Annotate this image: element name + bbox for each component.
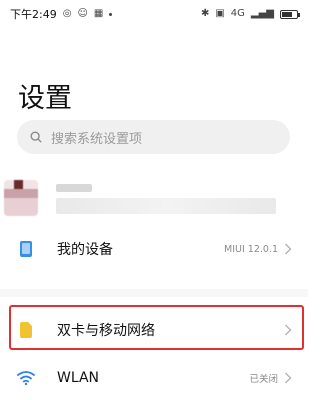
status-left: 下午2:49 ◎ ☺ ▦ — [10, 6, 113, 22]
network-type: 4G — [230, 8, 245, 19]
section-divider — [0, 289, 308, 297]
notification-icon: ◎ — [62, 8, 72, 19]
chevron-right-icon — [285, 243, 292, 255]
status-right: ✱ ▣ 4G ▂▄▆ — [200, 8, 300, 19]
status-time: 下午2:49 — [10, 8, 57, 21]
battery-icon — [280, 9, 300, 19]
hd-icon: ▣ — [215, 8, 225, 19]
wlan-item[interactable]: WLAN 已关闭 — [0, 356, 308, 400]
wifi-icon — [17, 371, 35, 386]
account-info-redacted — [56, 198, 276, 214]
notification-icon: ☺ — [77, 8, 88, 19]
chevron-right-icon — [285, 372, 292, 384]
my-device-item[interactable]: 我的设备 MIUI 12.0.1 — [0, 227, 308, 271]
battery-level — [282, 11, 292, 17]
highlight-box — [9, 305, 304, 350]
search-input[interactable]: 搜索系统设置项 — [17, 120, 290, 154]
wlan-status: 已关闭 — [249, 374, 278, 385]
miui-version: MIUI 12.0.1 — [224, 243, 278, 255]
account-row[interactable] — [0, 176, 308, 220]
page-title: 设置 — [18, 83, 72, 114]
account-name-redacted — [56, 184, 92, 192]
notification-icon: ▦ — [93, 8, 104, 19]
search-icon — [30, 131, 42, 143]
bluetooth-icon: ✱ — [200, 8, 210, 19]
search-placeholder: 搜索系统设置项 — [51, 131, 143, 147]
avatar — [4, 180, 38, 216]
notification-dot-icon — [109, 12, 113, 16]
signal-icon: ▂▄▆ — [250, 8, 274, 19]
wlan-label: WLAN — [57, 370, 100, 386]
status-bar: 下午2:49 ◎ ☺ ▦ ✱ ▣ 4G ▂▄▆ — [0, 0, 308, 28]
my-device-label: 我的设备 — [57, 242, 113, 258]
device-icon — [20, 241, 32, 257]
